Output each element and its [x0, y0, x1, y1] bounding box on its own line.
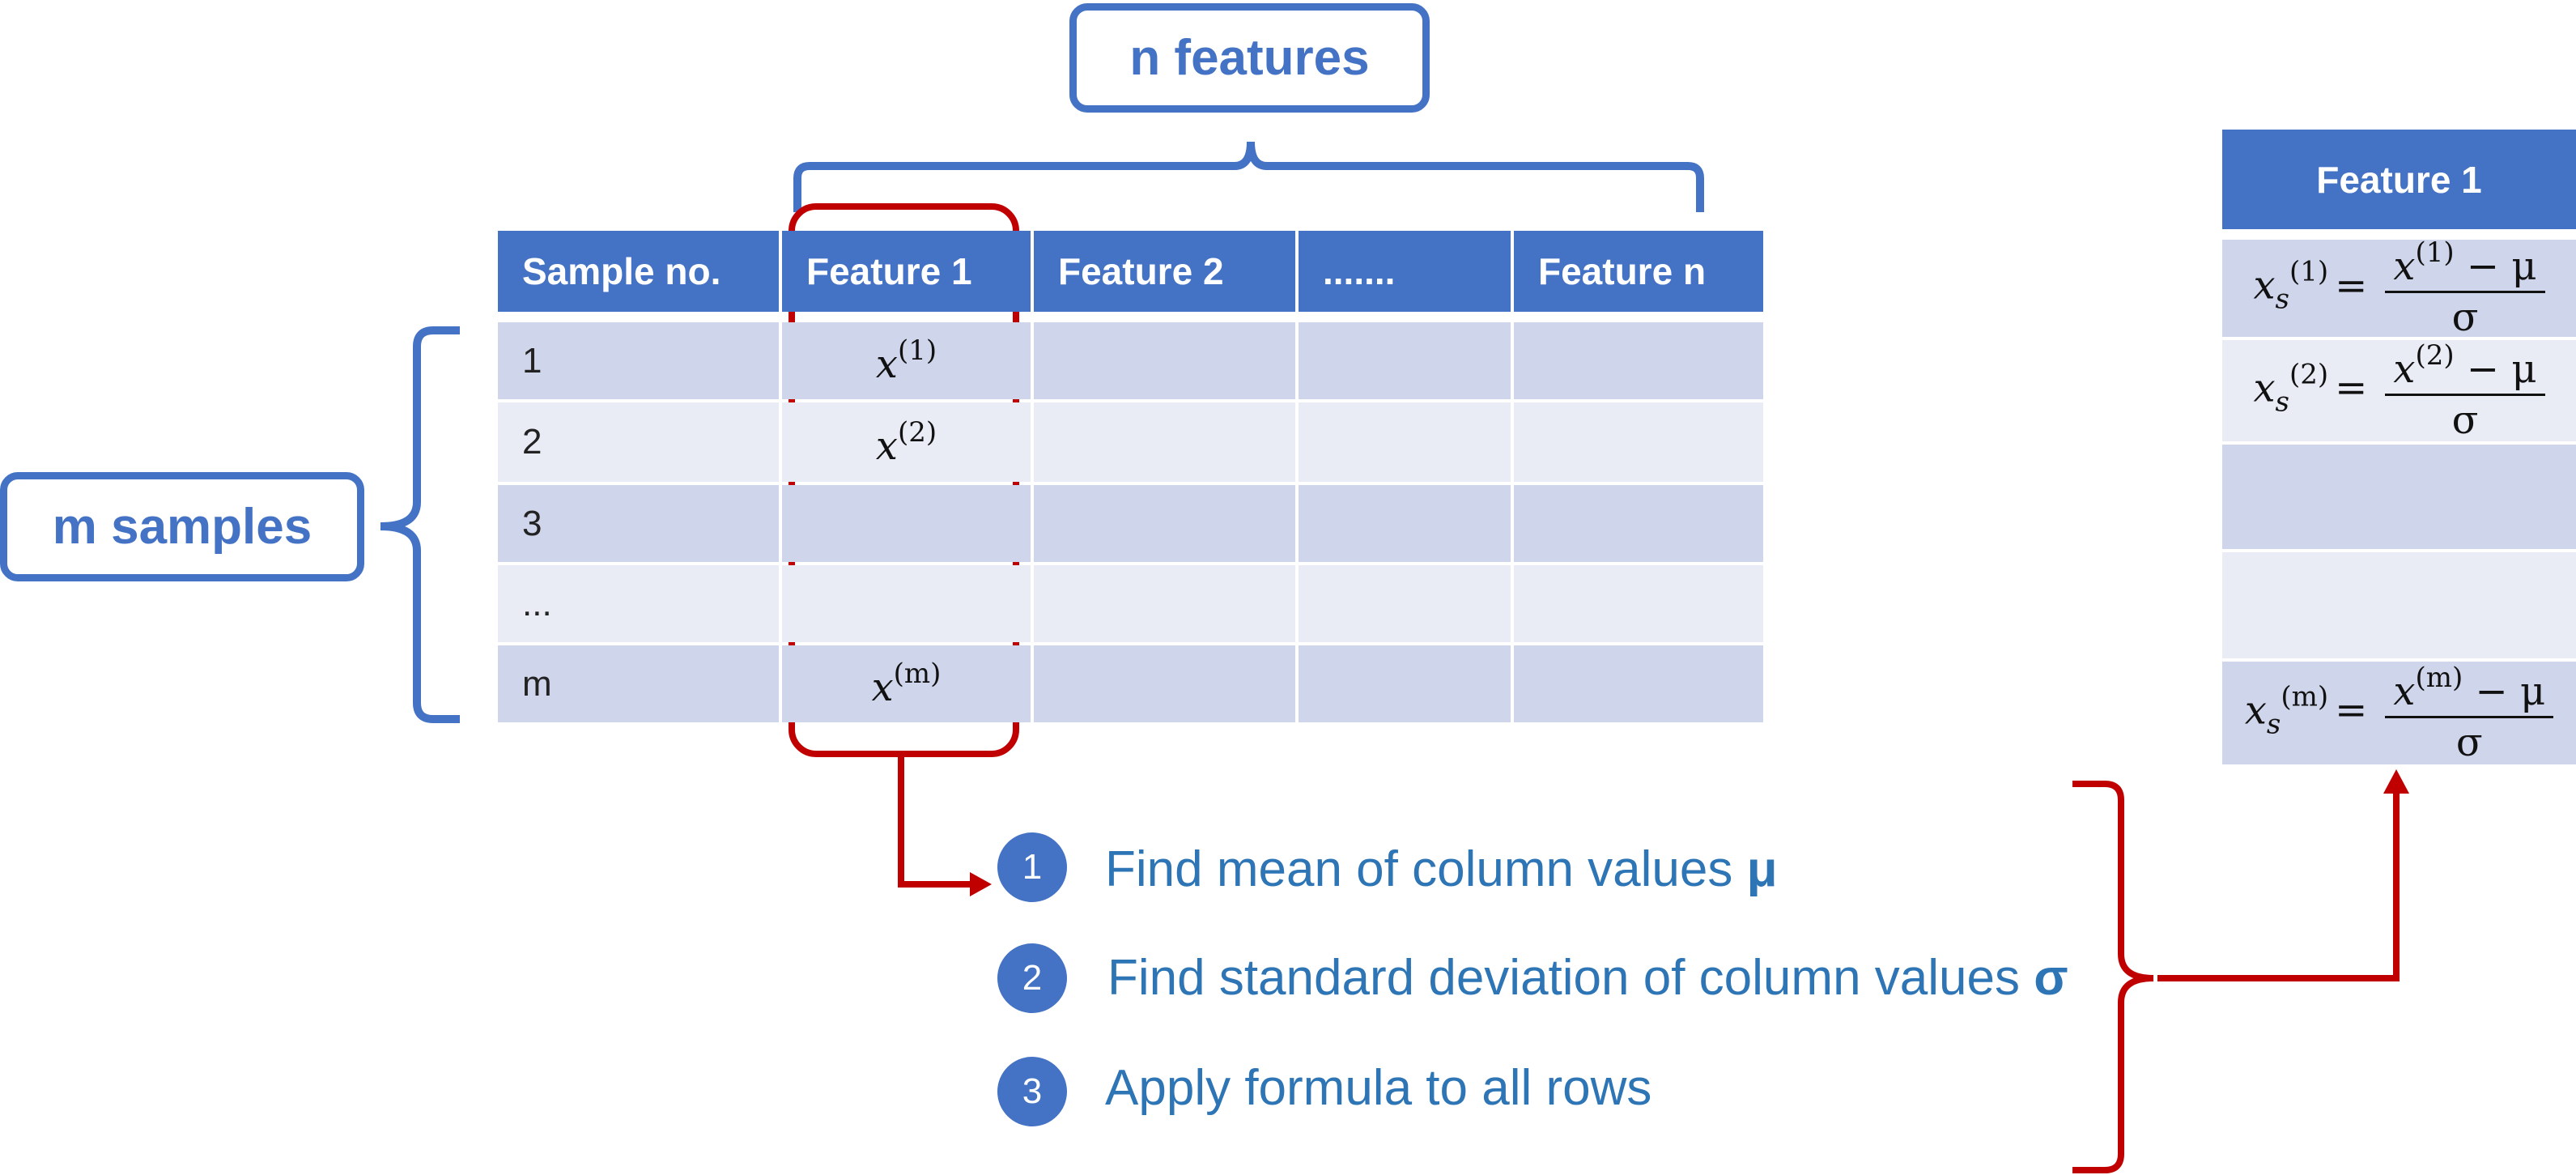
row-feature1-value-m: x(m) — [782, 645, 1031, 722]
panel-formula-2: xs(2) = x(2) − μσ — [2222, 339, 2576, 443]
row-featuren-empty — [1514, 402, 1763, 482]
step-2-number: 2 — [997, 943, 1067, 1013]
arrow-to-panel — [2157, 790, 2400, 981]
row-feature2-empty — [1034, 645, 1295, 722]
step-1-text: Find mean of column values μ — [1105, 841, 1778, 897]
row-featuren-empty — [1514, 565, 1763, 642]
row-featuren-empty — [1514, 322, 1763, 399]
row-feature1-value-2: x(2) — [782, 402, 1031, 482]
row-feature2-empty — [1034, 322, 1295, 399]
header-feature-n: Feature n — [1514, 231, 1763, 312]
panel-header: Feature 1 — [2222, 130, 2576, 229]
n-features-label: n features — [1069, 3, 1430, 113]
row-sample-1: 1 — [498, 322, 779, 399]
row-featuren-empty — [1514, 645, 1763, 722]
header-sample-no: Sample no. — [498, 231, 779, 312]
header-feature-1: Feature 1 — [782, 231, 1031, 312]
m-samples-brace — [380, 326, 460, 723]
step-3-number: 3 — [997, 1057, 1067, 1126]
row-ellipsis-empty — [1299, 565, 1511, 642]
header-feature-2: Feature 2 — [1034, 231, 1295, 312]
row-featuren-empty — [1514, 485, 1763, 562]
row-sample-ellipsis: ... — [498, 565, 779, 642]
row-feature1-value-1: x(1) — [782, 322, 1031, 399]
panel-formula-1: xs(1) = x(1) − μσ — [2222, 236, 2576, 340]
row-sample-2: 2 — [498, 402, 779, 482]
panel-formula-m: xs(m) = x(m) − μσ — [2222, 662, 2576, 765]
n-features-brace — [793, 141, 1704, 212]
step-1-number: 1 — [997, 832, 1067, 902]
row-feature2-empty — [1034, 402, 1295, 482]
arrow-to-step1 — [898, 756, 976, 888]
panel-empty-row — [2222, 552, 2576, 658]
row-feature1-empty — [782, 565, 1031, 642]
header-ellipsis: ....... — [1299, 231, 1511, 312]
row-ellipsis-empty — [1299, 402, 1511, 482]
step-2-text: Find standard deviation of column values… — [1107, 950, 2068, 1006]
row-feature2-empty — [1034, 565, 1295, 642]
row-ellipsis-empty — [1299, 485, 1511, 562]
row-ellipsis-empty — [1299, 322, 1511, 399]
panel-empty-row — [2222, 445, 2576, 549]
row-ellipsis-empty — [1299, 645, 1511, 722]
step-3-text: Apply formula to all rows — [1105, 1060, 1652, 1116]
row-feature2-empty — [1034, 485, 1295, 562]
m-samples-label: m samples — [0, 472, 364, 581]
row-feature1-empty — [782, 485, 1031, 562]
steps-brace — [2072, 781, 2154, 1173]
row-sample-m: m — [498, 645, 779, 722]
row-sample-3: 3 — [498, 485, 779, 562]
